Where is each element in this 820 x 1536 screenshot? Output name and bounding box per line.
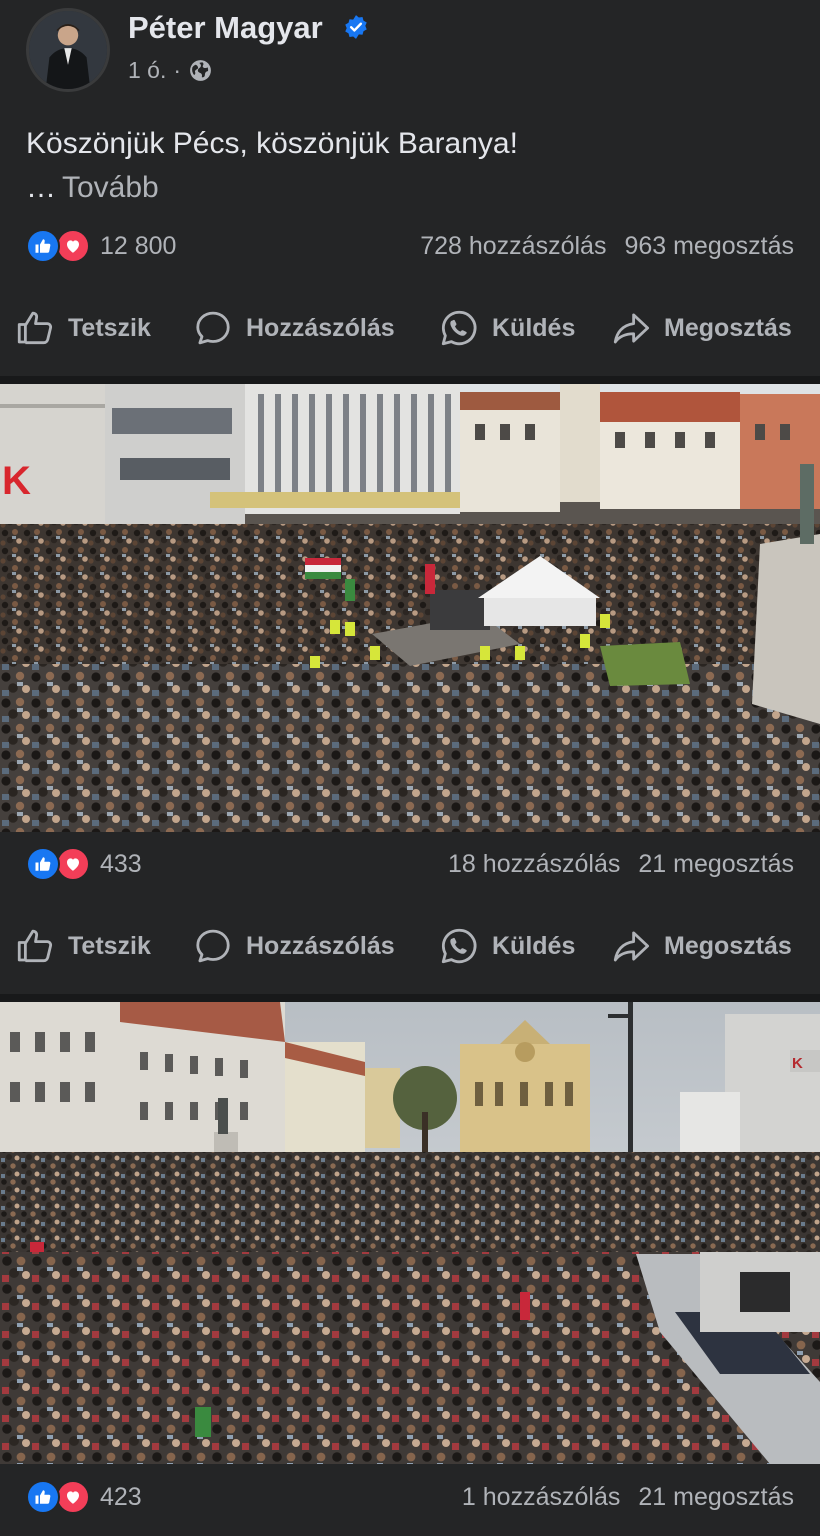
share-count[interactable]: 21 megosztás: [638, 850, 794, 879]
post-separator: [0, 376, 820, 384]
thumbs-up-icon: [17, 929, 53, 963]
rally-crowd-photo: K: [0, 384, 820, 832]
like-button[interactable]: Tetszik: [14, 918, 151, 974]
see-more-link[interactable]: … Tovább: [26, 168, 159, 208]
comment-button[interactable]: Hozzászólás: [192, 918, 395, 974]
avatar[interactable]: [26, 8, 110, 92]
comment-button[interactable]: Hozzászólás: [192, 300, 395, 356]
share-arrow-icon: [613, 313, 650, 344]
share-count[interactable]: 21 megosztás: [638, 1483, 794, 1512]
share-label: Megosztás: [664, 313, 792, 342]
author-name[interactable]: Péter Magyar: [128, 10, 323, 46]
comment-label: Hozzászólás: [246, 931, 395, 960]
comment-count[interactable]: 1 hozzászólás: [462, 1483, 620, 1512]
post-separator: [0, 994, 820, 1002]
send-button[interactable]: Küldés: [438, 918, 575, 974]
facebook-post-feed: Péter Magyar 1 ó. · Köszönjük Pécs, kösz…: [0, 0, 820, 1536]
reaction-count: 423: [100, 1482, 142, 1511]
reactions-summary[interactable]: 423: [26, 1477, 142, 1517]
like-reaction-icon: [26, 1480, 60, 1514]
whatsapp-icon: [441, 310, 477, 346]
comment-count[interactable]: 728 hozzászólás: [420, 232, 606, 261]
avatar-photo: [29, 11, 107, 89]
like-label: Tetszik: [68, 931, 151, 960]
photo-1-stats: 433 18 hozzászólás 21 megosztás: [0, 844, 820, 884]
reaction-count: 12 800: [100, 231, 177, 260]
like-label: Tetszik: [68, 313, 151, 342]
love-reaction-icon: [56, 1480, 90, 1514]
svg-text:K: K: [792, 1055, 803, 1072]
like-button[interactable]: Tetszik: [14, 300, 151, 356]
ellipsis: …: [26, 171, 56, 204]
like-reaction-icon: [26, 847, 60, 881]
share-count[interactable]: 963 megosztás: [624, 232, 794, 261]
reaction-count: 433: [100, 849, 142, 878]
globe-icon: [190, 59, 211, 81]
send-button[interactable]: Küldés: [438, 300, 575, 356]
engagement-counts: 728 hozzászólás 963 megosztás: [420, 226, 794, 266]
reactions-summary[interactable]: 433: [26, 844, 142, 884]
post-time[interactable]: 1 ó.: [128, 57, 166, 84]
send-label: Küldés: [492, 313, 576, 342]
reactions-summary[interactable]: 12 800: [26, 226, 176, 266]
post-photo-2[interactable]: K: [0, 1002, 820, 1464]
send-label: Küldés: [492, 931, 576, 960]
post-text: Köszönjük Pécs, köszönjük Baranya!: [26, 127, 518, 160]
meta-separator: ·: [173, 56, 182, 83]
action-bar: Tetszik Hozzászólás Küldés Megosztás: [0, 300, 820, 356]
svg-text:K: K: [2, 459, 31, 503]
share-button[interactable]: Megosztás: [610, 918, 792, 974]
comment-bubble-icon: [196, 929, 230, 963]
action-bar: Tetszik Hozzászólás Küldés Megosztás: [0, 918, 820, 974]
engagement-counts: 1 hozzászólás 21 megosztás: [462, 1477, 794, 1517]
whatsapp-icon: [441, 928, 477, 964]
comment-label: Hozzászólás: [246, 313, 395, 342]
post-photo-1[interactable]: K: [0, 384, 820, 832]
photo-2-stats: 423 1 hozzászólás 21 megosztás: [0, 1477, 820, 1517]
see-more-label[interactable]: Tovább: [62, 171, 159, 204]
love-reaction-icon: [56, 229, 90, 263]
comment-bubble-icon: [196, 311, 230, 345]
post-header: Péter Magyar 1 ó. ·: [0, 0, 820, 110]
square-crowd-photo: K: [0, 1002, 820, 1464]
like-reaction-icon: [26, 229, 60, 263]
share-arrow-icon: [613, 931, 650, 962]
post-meta: 1 ó. ·: [128, 56, 213, 84]
verified-badge-icon: [345, 15, 367, 39]
comment-count[interactable]: 18 hozzászólás: [448, 850, 620, 879]
share-label: Megosztás: [664, 931, 792, 960]
post-stats: 12 800 728 hozzászólás 963 megosztás: [0, 226, 820, 266]
love-reaction-icon: [56, 847, 90, 881]
thumbs-up-icon: [17, 311, 53, 345]
share-button[interactable]: Megosztás: [610, 300, 792, 356]
engagement-counts: 18 hozzászólás 21 megosztás: [448, 844, 794, 884]
